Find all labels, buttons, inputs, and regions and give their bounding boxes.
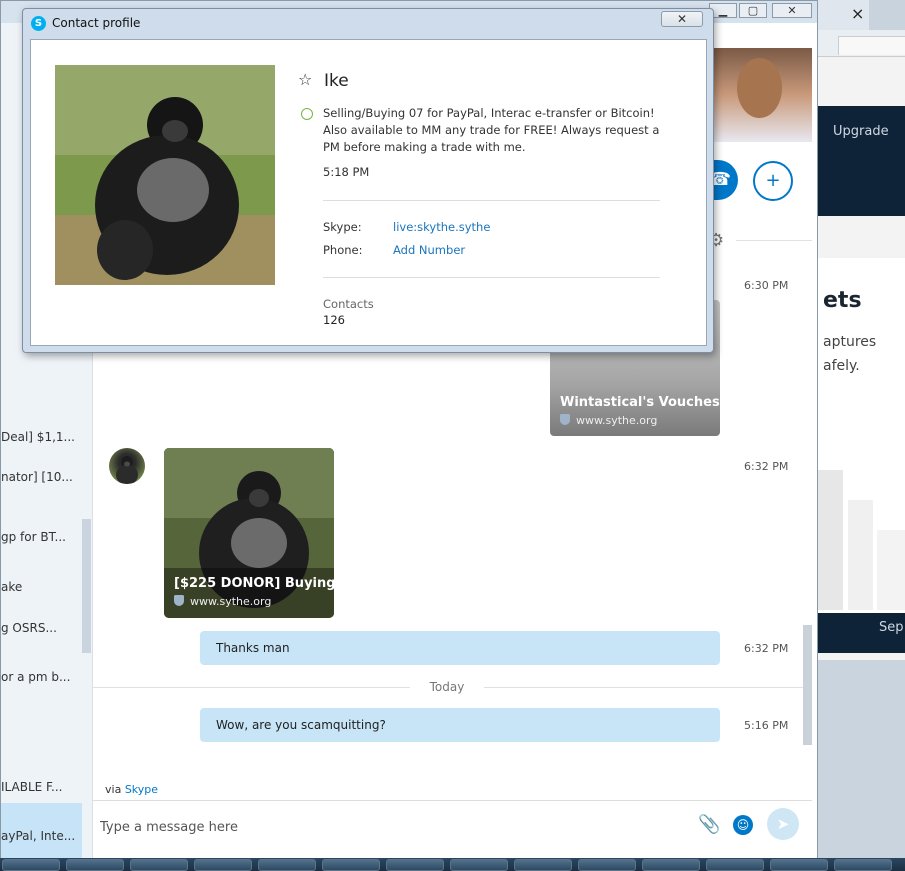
sidebar-item[interactable]: or a pm b... (1, 670, 70, 684)
sidebar-item[interactable]: Deal] $1,1... (1, 430, 75, 444)
dialog-title: Contact profile (52, 16, 141, 30)
gorilla-avatar-icon (116, 456, 138, 484)
emoticon-icon[interactable]: ☺ (733, 815, 753, 835)
browser-tabbar (813, 30, 905, 57)
taskbar-item[interactable] (770, 859, 828, 871)
sidebar-item[interactable]: nator] [10... (1, 470, 73, 484)
mood-message: Selling/Buying 07 for PayPal, Interac e-… (323, 106, 660, 154)
windows-taskbar (0, 858, 905, 871)
maximize-button[interactable]: ▢ (739, 3, 767, 18)
footer-label: Sep (879, 620, 904, 635)
skype-label: Skype: (323, 220, 362, 234)
skype-id-link[interactable]: live:skythe.sythe (393, 220, 490, 234)
gorilla-profile-photo-icon (55, 65, 275, 285)
contact-name: Ike (324, 71, 349, 91)
local-time: 5:18 PM (323, 165, 370, 179)
taskbar-item[interactable] (514, 859, 572, 871)
taskbar-item[interactable] (834, 859, 892, 871)
message-input[interactable] (98, 812, 682, 842)
taskbar-item[interactable] (642, 859, 700, 871)
card-title: [$225 DONOR] Buying... (174, 576, 334, 591)
section-divider (323, 200, 660, 201)
message-bubble[interactable]: Wow, are you scamquitting? (200, 708, 720, 742)
taskbar-item[interactable] (706, 859, 764, 871)
page-text-line1: aptures (823, 334, 877, 350)
sidebar-scrollbar[interactable] (82, 519, 91, 653)
taskbar-item[interactable] (322, 859, 380, 871)
shield-icon (174, 595, 184, 606)
phone-label: Phone: (323, 243, 363, 257)
taskbar-item[interactable] (258, 859, 316, 871)
card-site: www.sythe.org (560, 414, 657, 427)
link-preview-card-image[interactable]: [$225 DONOR] Buying... www.sythe.org (164, 448, 334, 618)
card-site: www.sythe.org (174, 595, 271, 608)
taskbar-item[interactable] (450, 859, 508, 871)
avatar-face (737, 58, 782, 118)
message-time: 6:32 PM (744, 642, 789, 655)
taskbar-item[interactable] (578, 859, 636, 871)
taskbar-item[interactable] (386, 859, 444, 871)
add-contact-button[interactable]: + (753, 161, 793, 201)
add-number-link[interactable]: Add Number (393, 243, 465, 257)
gorilla-photo-icon (164, 448, 334, 618)
sender-avatar[interactable] (109, 448, 145, 484)
via-note: via Skype (105, 783, 159, 796)
sidebar-item[interactable]: ILABLE F... (1, 780, 62, 794)
contact-profile-dialog: S Contact profile ✕ ☆ Ike Selling/Buying… (22, 8, 714, 353)
page-heading: ets (823, 288, 862, 313)
shield-icon (560, 414, 570, 425)
close-window-button[interactable]: ✕ (772, 3, 812, 18)
dialog-close-button[interactable]: ✕ (661, 11, 703, 27)
input-divider (92, 800, 812, 801)
page-text-line2: afely. (823, 358, 860, 374)
browser-close-button[interactable]: × (851, 4, 864, 23)
message-time: 6:32 PM (744, 460, 789, 473)
status-indicator-icon (301, 108, 313, 120)
taskbar-item[interactable] (66, 859, 124, 871)
favorite-star-icon[interactable]: ☆ (298, 70, 312, 89)
page-header-banner (813, 106, 905, 216)
sidebar-item[interactable]: g OSRS... (1, 621, 57, 635)
card-title: Wintastical's Vouches (560, 395, 720, 410)
taskbar-item[interactable] (2, 859, 60, 871)
page-graphic-bar (848, 500, 873, 610)
contacts-count: 126 (323, 313, 345, 327)
taskbar-item[interactable] (130, 859, 188, 871)
upgrade-link[interactable]: Upgrade (833, 124, 889, 139)
section-divider (323, 277, 660, 278)
dialog-body: ☆ Ike Selling/Buying 07 for PayPal, Inte… (30, 39, 707, 346)
browser-titlebar-right (869, 0, 905, 30)
contacts-label: Contacts (323, 297, 374, 311)
header-divider (736, 240, 812, 241)
page-graphic-bar (818, 470, 843, 610)
background-browser-window: × Upgrade ets aptures afely. Sep (812, 0, 905, 660)
via-skype-link[interactable]: Skype (125, 783, 158, 796)
skype-logo-icon: S (31, 16, 46, 31)
send-button[interactable]: ➤ (767, 808, 799, 840)
attach-file-icon[interactable]: 📎 (698, 814, 720, 835)
date-divider-label: Today (410, 680, 484, 694)
sidebar-item[interactable]: gp for BT... (1, 530, 66, 544)
message-time: 5:16 PM (744, 719, 789, 732)
contact-photo (55, 65, 275, 285)
message-bubble[interactable]: Thanks man (200, 631, 720, 665)
taskbar-item[interactable] (194, 859, 252, 871)
chat-scrollbar[interactable] (803, 625, 812, 745)
browser-tab[interactable] (838, 36, 905, 55)
page-graphic-bar (877, 530, 905, 610)
message-time: 6:30 PM (744, 279, 789, 292)
contact-avatar-large[interactable] (712, 48, 812, 142)
sidebar-item[interactable]: ayPal, Inte... (1, 829, 75, 843)
sidebar-item[interactable]: ake (1, 580, 22, 594)
